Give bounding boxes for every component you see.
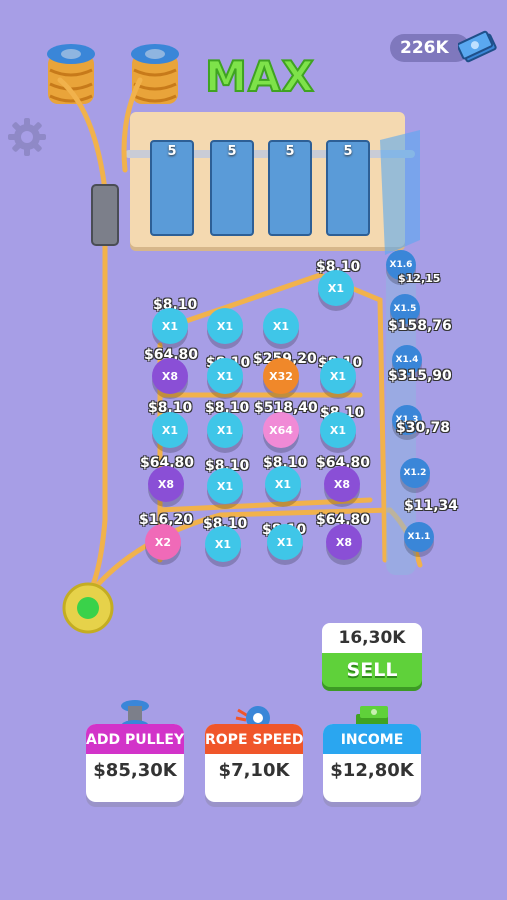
money-stack: 5 (268, 140, 312, 236)
money-stack: 5 (150, 140, 194, 236)
upgrade-price: $12,80K (330, 760, 414, 781)
income-button[interactable]: INCOME $12,80K (323, 706, 421, 802)
sell-button[interactable]: SELL (322, 653, 422, 687)
pulley-peg[interactable]: X8 (152, 358, 188, 394)
pulley-peg[interactable]: X1 (152, 308, 188, 344)
multiplier-price: $30,78 (396, 420, 451, 436)
multiplier-pulley[interactable]: X1.1 (404, 522, 434, 552)
pulley-peg[interactable]: X8 (326, 524, 362, 560)
pulley-peg[interactable]: X32 (263, 358, 299, 394)
multiplier-price: $11,34 (404, 498, 459, 514)
upgrade-title: INCOME (323, 724, 421, 754)
add-pulley-button[interactable]: ADD PULLEY $85,30K (86, 700, 184, 802)
pulley-peg[interactable]: X1 (267, 524, 303, 560)
multiplier-price: $315,90 (388, 368, 452, 384)
rope-spools (47, 44, 179, 104)
pulley-peg[interactable]: X1 (318, 270, 354, 306)
pulley-peg[interactable]: X1 (207, 412, 243, 448)
rope-speed-button[interactable]: ROPE SPEED $7,10K (205, 706, 303, 802)
pulley-peg[interactable]: X1 (207, 358, 243, 394)
pulley-peg[interactable]: X1 (207, 468, 243, 504)
cash-stack-icon (458, 30, 497, 63)
pulley-peg[interactable]: X1 (320, 412, 356, 448)
pulley-peg[interactable]: X1 (263, 308, 299, 344)
multiplier-price: $158,76 (388, 318, 452, 334)
sell-value: 16,30K (322, 623, 422, 653)
upgrade-title: ADD PULLEY (86, 724, 184, 754)
pulley-peg[interactable]: X8 (148, 466, 184, 502)
sell-panel: 16,30K SELL (322, 623, 422, 687)
money-stack: 5 (326, 140, 370, 236)
money-stack: 5 (210, 140, 254, 236)
pulley-peg[interactable]: X1 (320, 358, 356, 394)
motor-wheel[interactable] (62, 582, 114, 634)
gear-icon[interactable] (6, 116, 48, 158)
pulley-peg[interactable]: X2 (145, 524, 181, 560)
multiplier-price: $12,15 (398, 272, 441, 285)
multiplier-pulley[interactable]: X1.2 (400, 458, 430, 488)
pulley-peg[interactable]: X1 (152, 412, 188, 448)
pulley-peg[interactable]: X1 (205, 526, 241, 562)
upgrade-price: $85,30K (93, 760, 177, 781)
upgrade-title: ROPE SPEED (205, 724, 303, 754)
max-label: MAX (204, 51, 315, 102)
upgrade-price: $7,10K (218, 760, 290, 781)
pulley-peg[interactable]: X1 (207, 308, 243, 344)
pulley-peg[interactable]: X1 (265, 466, 301, 502)
pulley-peg[interactable]: X64 (263, 412, 299, 448)
pulley-peg[interactable]: X8 (324, 466, 360, 502)
